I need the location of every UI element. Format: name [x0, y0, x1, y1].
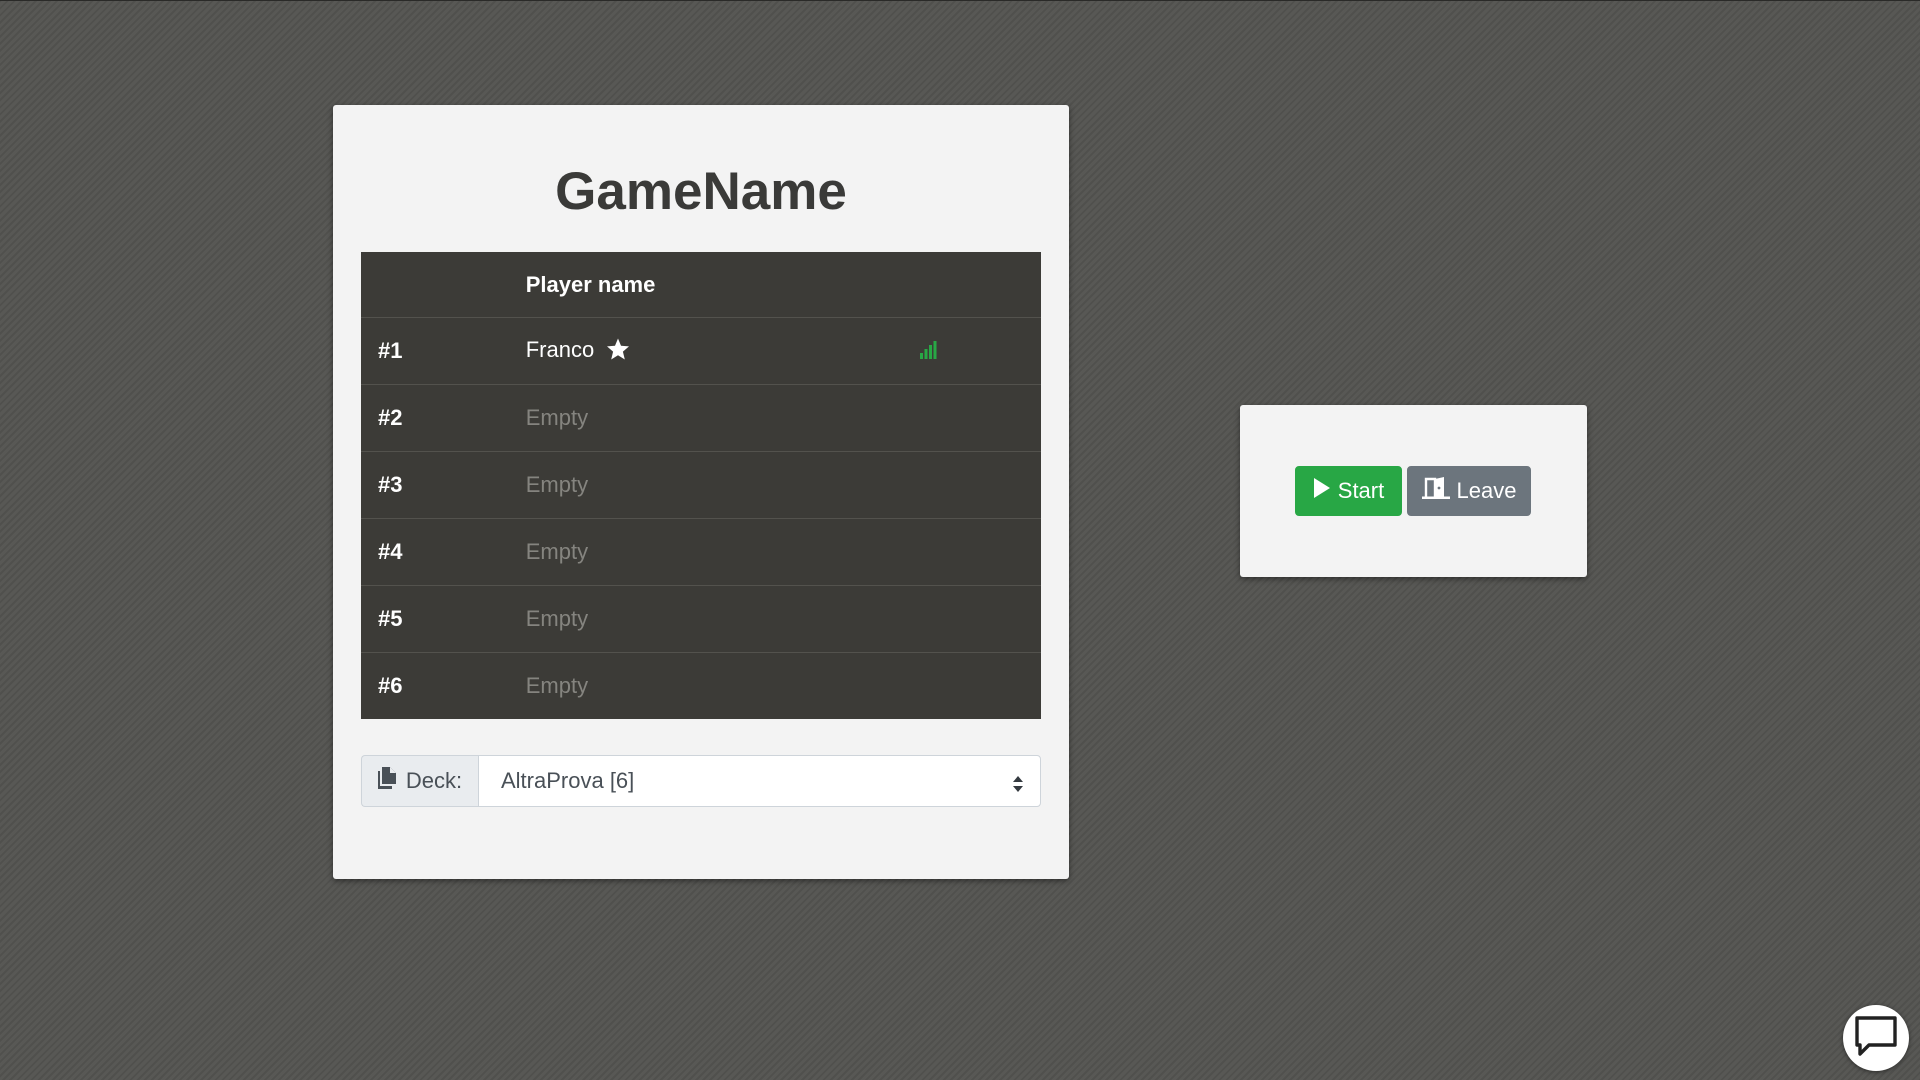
- slot-connection: [920, 652, 1041, 719]
- header-number: [361, 252, 526, 318]
- start-label: Start: [1337, 478, 1385, 503]
- deck-label: Deck:: [405, 768, 463, 793]
- door-open-icon: [1421, 477, 1450, 505]
- table-row: #1 Franco: [361, 317, 1041, 385]
- deck-selector-group: Deck: AltraProva [6]: [361, 755, 1041, 807]
- slot-empty: Empty: [525, 518, 921, 586]
- deck-select[interactable]: AltraProva [6]: [478, 755, 1041, 807]
- chat-bubble-icon: [1853, 1015, 1899, 1062]
- slot-connection: [920, 518, 1041, 586]
- table-row: #6 Empty: [361, 652, 1041, 719]
- star-icon: [606, 338, 630, 366]
- leave-label: Leave: [1456, 478, 1517, 503]
- slot-number: #6: [361, 652, 526, 719]
- chat-button[interactable]: [1843, 1005, 1909, 1071]
- slot-number: #5: [361, 585, 526, 653]
- game-title: GameName: [555, 162, 847, 221]
- slot-connection: [920, 384, 1041, 452]
- slot-number: #2: [361, 384, 526, 452]
- top-border: [0, 0, 1920, 1]
- select-caret-icon: [1012, 773, 1024, 799]
- play-icon: [1313, 477, 1331, 505]
- slot-empty: Empty: [525, 652, 921, 719]
- table-row: #2 Empty: [361, 384, 1041, 452]
- slot-connection: [920, 317, 1041, 385]
- deck-selected-value: AltraProva [6]: [501, 768, 635, 793]
- player-name: Franco: [525, 336, 595, 362]
- header-player-name: Player name: [525, 271, 656, 297]
- table-row: #3 Empty: [361, 451, 1041, 519]
- slot-connection: [920, 451, 1041, 519]
- slot-connection: [920, 585, 1041, 653]
- leave-button[interactable]: Leave: [1407, 466, 1531, 516]
- signal-bars-icon: [920, 339, 940, 365]
- table-row: #4 Empty: [361, 518, 1041, 586]
- table-row: #5 Empty: [361, 585, 1041, 653]
- slot-number: #1: [361, 317, 526, 385]
- slot-empty: Empty: [525, 451, 921, 519]
- slot-player: Franco: [525, 317, 921, 385]
- slot-empty: Empty: [525, 384, 921, 452]
- slot-empty: Empty: [525, 585, 921, 653]
- copy-icon: [377, 767, 396, 795]
- header-connection: [920, 252, 1041, 318]
- slot-number: #3: [361, 451, 526, 519]
- table-header-row: Player name: [361, 252, 1041, 318]
- deck-label-addon: Deck:: [361, 755, 478, 807]
- slot-number: #4: [361, 518, 526, 586]
- players-table: Player name #1 Franco #2 Empty #3 Empty …: [361, 252, 1041, 719]
- start-button[interactable]: Start: [1295, 466, 1402, 516]
